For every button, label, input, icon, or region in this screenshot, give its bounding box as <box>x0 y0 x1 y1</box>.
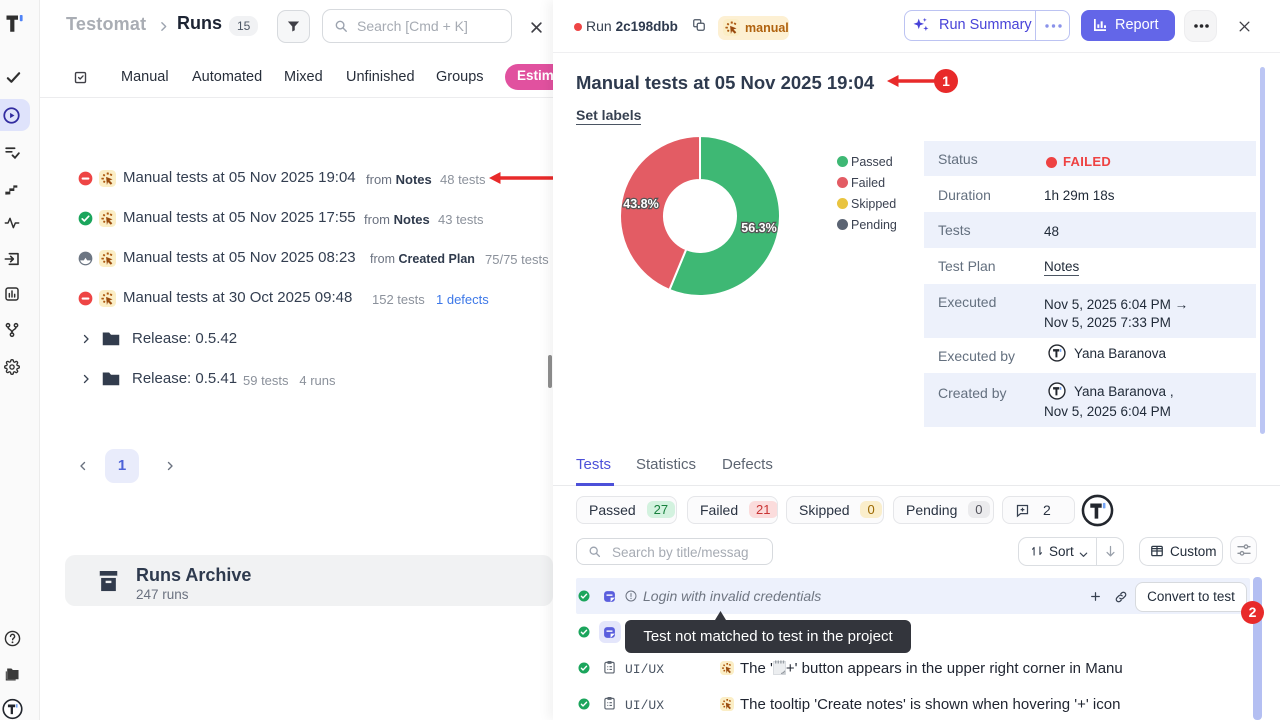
svg-text:56.3%: 56.3% <box>741 221 776 235</box>
svg-text:43.8%: 43.8% <box>623 197 658 211</box>
